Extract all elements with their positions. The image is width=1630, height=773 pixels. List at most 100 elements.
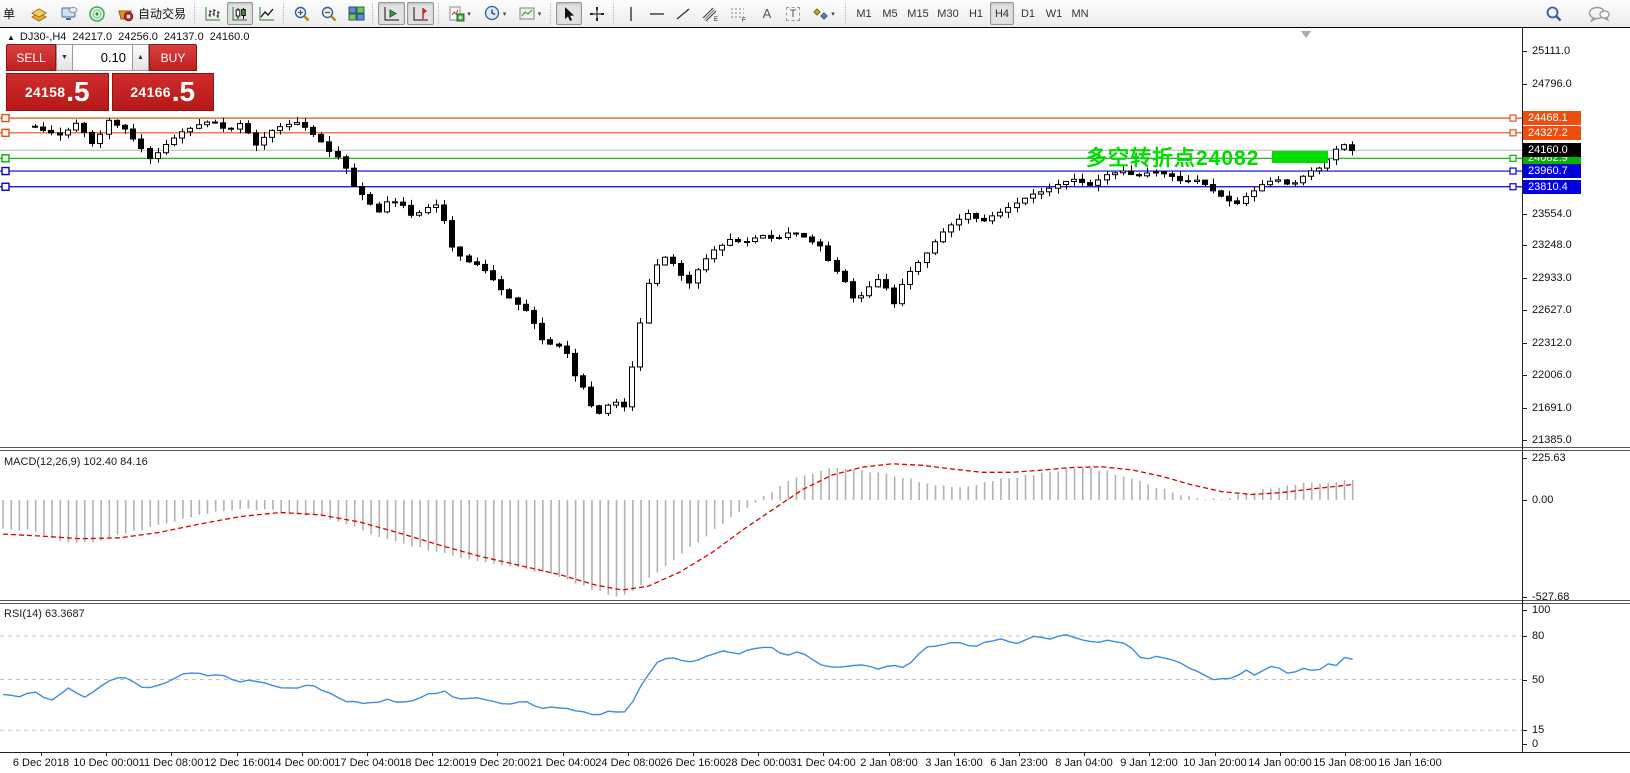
trendline-tool[interactable]	[671, 2, 695, 25]
rsi-indicator-label: RSI(14) 63.3687	[4, 608, 85, 620]
zoom-in-icon	[296, 7, 309, 20]
one-click-trading-panel: SELL ▼ ▲ BUY 24158.5 24166.5	[6, 44, 214, 111]
chart-canvas[interactable]	[0, 28, 1522, 773]
search-button[interactable]	[1541, 2, 1567, 25]
templates-button[interactable]: ▾	[514, 2, 546, 25]
price-axis[interactable]: 25111.024796.023554.023248.022933.022627…	[1522, 28, 1630, 752]
price-tick-label: 25111.0	[1532, 45, 1570, 57]
text-tool[interactable]: A	[755, 2, 779, 25]
macd-tick-label: 225.63	[1532, 452, 1566, 464]
price-tick-label: 21385.0	[1532, 434, 1572, 446]
timeframe-m30[interactable]: M30	[934, 2, 962, 25]
volume-input[interactable]	[73, 44, 132, 71]
panel-splitter[interactable]	[0, 600, 1630, 601]
rsi-tick-label: 80	[1532, 630, 1544, 642]
autotrading-button[interactable]: 自动交易	[112, 2, 190, 25]
rsi-tick	[1522, 680, 1527, 681]
timeframe-m1[interactable]: M1	[852, 2, 876, 25]
fibonacci-tool[interactable]: F	[726, 2, 752, 25]
panel-splitter[interactable]	[0, 603, 1630, 604]
time-tick	[367, 752, 368, 756]
vertical-line-tool[interactable]	[619, 2, 643, 25]
time-tick-label: 28 Dec 00:00	[725, 757, 790, 769]
sell-button[interactable]: SELL	[6, 44, 56, 71]
chart-candles-button[interactable]	[227, 2, 253, 25]
volume-decrease-button[interactable]: ▼	[56, 44, 73, 71]
autoscroll-button[interactable]	[378, 2, 405, 25]
time-tick	[302, 752, 303, 756]
panel-splitter[interactable]	[0, 447, 1630, 448]
time-tick	[1019, 752, 1020, 756]
new-order-button-partial[interactable]: 单	[0, 2, 18, 25]
toolbar-separator	[194, 3, 198, 24]
level-price-label: 24327.2	[1523, 126, 1581, 140]
chat-button[interactable]	[1584, 2, 1614, 25]
zoom-out-button[interactable]	[316, 2, 342, 25]
time-tick-label: 14 Dec 00:00	[269, 757, 334, 769]
chart-line-button[interactable]	[254, 2, 280, 25]
trading-terminal-window: 单 自动交易	[0, 0, 1630, 773]
chart-shift-marker[interactable]	[1301, 31, 1311, 38]
price-tick	[1522, 51, 1527, 52]
periods-button[interactable]: ▾	[479, 2, 511, 25]
rsi-tick-label: 100	[1532, 604, 1550, 616]
text-label-tool[interactable]: T	[781, 2, 805, 25]
fibonacci-icon: F	[731, 9, 746, 22]
timeframe-m15[interactable]: M15	[904, 2, 932, 25]
time-tick	[497, 752, 498, 756]
macd-tick	[1522, 500, 1527, 501]
indicators-button[interactable]: ▾	[444, 2, 476, 25]
timeframe-mn[interactable]: MN	[1068, 2, 1092, 25]
chart-ohlc-header: ▲DJ30-,H424217.024256.024137.024160.0	[7, 31, 255, 43]
channel-tool[interactable]: E	[697, 2, 723, 25]
collapse-panel-icon[interactable]: ▲	[7, 33, 15, 42]
chart-bars-button[interactable]	[200, 2, 226, 25]
price-tick-label: 24796.0	[1532, 78, 1572, 90]
price-tick	[1522, 408, 1527, 409]
price-tick-label: 22627.0	[1532, 304, 1572, 316]
buy-quote-panel[interactable]: 24166.5	[112, 73, 215, 111]
template-icon	[520, 8, 534, 19]
market-watch-icon[interactable]	[26, 2, 52, 25]
terminal-icon-button[interactable]	[56, 2, 82, 25]
timeframe-m5[interactable]: M5	[878, 2, 902, 25]
price-tick-label: 23248.0	[1532, 239, 1572, 251]
time-tick-label: 9 Jan 12:00	[1120, 757, 1178, 769]
autoscroll-icon	[385, 7, 399, 20]
time-axis[interactable]: 6 Dec 201810 Dec 00:0011 Dec 08:0012 Dec…	[0, 752, 1630, 773]
timeframe-h1[interactable]: H1	[964, 2, 988, 25]
time-tick-label: 11 Dec 08:00	[139, 757, 204, 769]
panel-splitter[interactable]	[0, 450, 1630, 451]
time-tick-label: 18 Dec 12:00	[399, 757, 464, 769]
arrows-icon	[814, 9, 827, 19]
volume-increase-button[interactable]: ▲	[132, 44, 149, 71]
timeframe-w1[interactable]: W1	[1042, 2, 1066, 25]
search-icon	[1548, 7, 1561, 20]
ohlc-low: 24137.0	[164, 31, 204, 43]
buy-button[interactable]: BUY	[149, 44, 197, 71]
crosshair-tool-button[interactable]	[584, 2, 610, 25]
cursor-tool-button[interactable]	[556, 2, 582, 25]
price-tick	[1522, 278, 1527, 279]
chart-shift-button[interactable]	[407, 2, 434, 25]
rsi-tick-label: 0	[1532, 738, 1538, 750]
zoom-in-button[interactable]	[289, 2, 315, 25]
rsi-tick	[1522, 730, 1527, 731]
tile-windows-button[interactable]	[343, 2, 369, 25]
time-tick	[1280, 752, 1281, 756]
level-price-label: 23960.7	[1523, 164, 1581, 178]
sell-price: 24158	[25, 84, 65, 100]
price-tick-label: 22312.0	[1532, 337, 1572, 349]
chart-shift-icon	[414, 7, 428, 20]
dropdown-caret: ▾	[538, 10, 542, 18]
signals-button[interactable]	[84, 2, 110, 25]
ohlc-close: 24160.0	[210, 31, 250, 43]
dropdown-caret: ▾	[467, 10, 471, 18]
arrows-tool[interactable]: ▾	[808, 2, 840, 25]
chat-bubble-icon	[1590, 7, 1610, 21]
sell-quote-panel[interactable]: 24158.5	[6, 73, 109, 111]
horizontal-line-tool[interactable]	[645, 2, 669, 25]
timeframe-d1[interactable]: D1	[1016, 2, 1040, 25]
timeframe-h4[interactable]: H4	[990, 2, 1014, 25]
macd-values: 102.40 84.16	[83, 456, 147, 468]
